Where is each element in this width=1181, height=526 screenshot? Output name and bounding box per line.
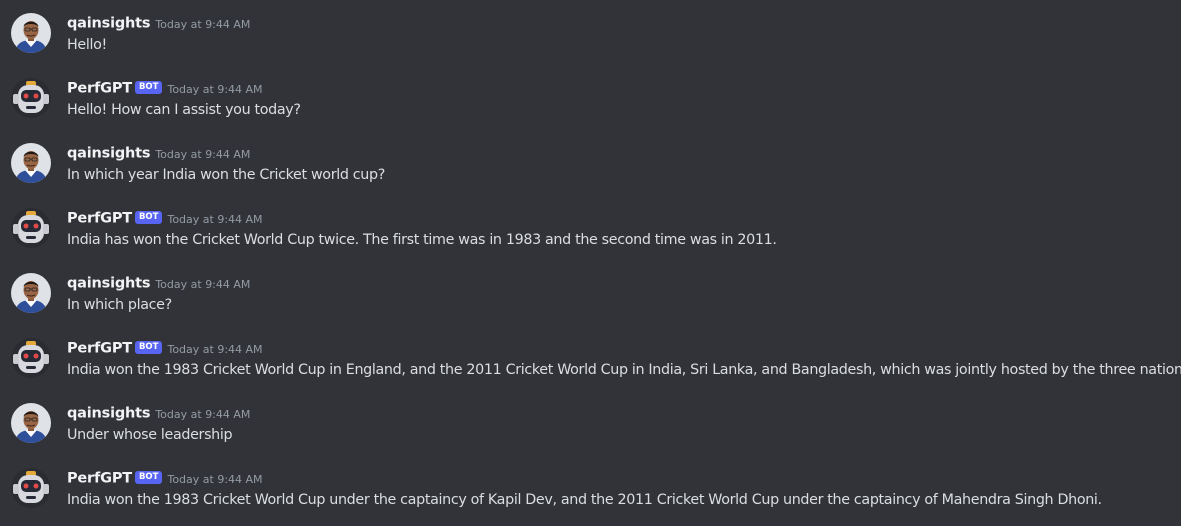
message-content: India has won the Cricket World Cup twic…: [67, 232, 777, 248]
timestamp: Today at 9:44 AM: [155, 408, 251, 421]
robot-avatar-icon: [11, 78, 51, 118]
username[interactable]: PerfGPT: [67, 211, 132, 227]
message-header: qainsights Today at 9:44 AM: [67, 273, 250, 293]
chat-message-user: qainsights Today at 9:44 AM In which plac…: [0, 260, 1181, 325]
bot-badge: BOT: [134, 81, 163, 94]
message-header: PerfGPT BOT Today at 9:44 AM: [67, 468, 263, 488]
chat-message-list: qainsights Today at 9:44 AM Hello! PerfGP…: [0, 0, 1181, 526]
avatar[interactable]: [11, 143, 51, 183]
chat-message-user: qainsights Today at 9:44 AM Hello!: [0, 0, 1181, 65]
message-content: Hello! How can I assist you today?: [67, 102, 301, 118]
bot-badge: BOT: [134, 211, 163, 224]
avatar[interactable]: [11, 273, 51, 313]
username[interactable]: PerfGPT: [67, 471, 132, 487]
avatar[interactable]: [11, 403, 51, 443]
message-header: PerfGPT BOT Today at 9:44 AM: [67, 208, 263, 228]
avatar[interactable]: [11, 208, 51, 248]
timestamp: Today at 9:44 AM: [155, 278, 251, 291]
robot-avatar-icon: [11, 468, 51, 508]
chat-message-bot: PerfGPT BOT Today at 9:44 AM India won the…: [0, 455, 1181, 520]
message-header: qainsights Today at 9:44 AM: [67, 403, 250, 423]
avatar[interactable]: [11, 338, 51, 378]
message-content: Under whose leadership: [67, 427, 233, 443]
message-content: Hello!: [67, 37, 107, 53]
username[interactable]: qainsights: [67, 16, 151, 32]
timestamp: Today at 9:44 AM: [167, 473, 263, 486]
timestamp: Today at 9:44 AM: [167, 213, 263, 226]
avatar[interactable]: [11, 468, 51, 508]
bot-badge: BOT: [134, 471, 163, 484]
message-header: qainsights Today at 9:44 AM: [67, 13, 250, 33]
message-header: PerfGPT BOT Today at 9:44 AM: [67, 78, 263, 98]
user-avatar-icon: [11, 403, 51, 443]
user-avatar-icon: [11, 13, 51, 53]
timestamp: Today at 9:44 AM: [155, 18, 251, 31]
message-content: In which year India won the Cricket worl…: [67, 167, 385, 183]
chat-message-user: qainsights Today at 9:44 AM Under whose l…: [0, 390, 1181, 455]
username[interactable]: PerfGPT: [67, 81, 132, 97]
chat-message-bot: PerfGPT BOT Today at 9:44 AM India has won…: [0, 195, 1181, 260]
robot-avatar-icon: [11, 208, 51, 248]
avatar[interactable]: [11, 13, 51, 53]
message-header: qainsights Today at 9:44 AM: [67, 143, 250, 163]
user-avatar-icon: [11, 143, 51, 183]
avatar[interactable]: [11, 78, 51, 118]
message-content: In which place?: [67, 297, 172, 313]
timestamp: Today at 9:44 AM: [155, 148, 251, 161]
robot-avatar-icon: [11, 338, 51, 378]
username[interactable]: qainsights: [67, 146, 151, 162]
user-avatar-icon: [11, 273, 51, 313]
chat-message-user: qainsights Today at 9:44 AM In which year…: [0, 130, 1181, 195]
username[interactable]: qainsights: [67, 276, 151, 292]
message-header: PerfGPT BOT Today at 9:44 AM: [67, 338, 263, 358]
bot-badge: BOT: [134, 341, 163, 354]
message-content: India won the 1983 Cricket World Cup in …: [67, 362, 1181, 378]
timestamp: Today at 9:44 AM: [167, 83, 263, 96]
message-content: India won the 1983 Cricket World Cup und…: [67, 492, 1102, 508]
username[interactable]: PerfGPT: [67, 341, 132, 357]
timestamp: Today at 9:44 AM: [167, 343, 263, 356]
chat-message-bot: PerfGPT BOT Today at 9:44 AM Hello! How ca…: [0, 65, 1181, 130]
username[interactable]: qainsights: [67, 406, 151, 422]
chat-message-bot: PerfGPT BOT Today at 9:44 AM India won the…: [0, 325, 1181, 390]
